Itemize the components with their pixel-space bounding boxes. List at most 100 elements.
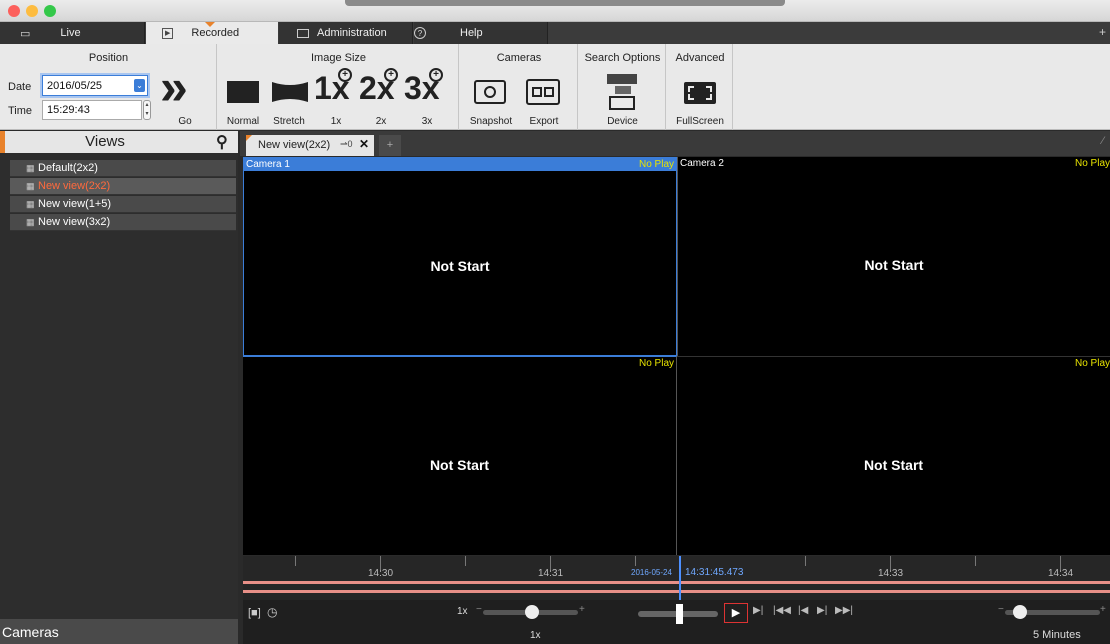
zoom-3x-label: 3x (421, 116, 433, 127)
normal-size-icon[interactable] (227, 81, 259, 103)
view-tab-label: New view(2x2) (258, 139, 331, 151)
timeline-tick-label: 14:34 (1048, 568, 1074, 579)
window-titlebar (0, 0, 1110, 22)
camera-name: Camera 2 (680, 158, 724, 169)
snapshot-label: Snapshot (469, 116, 513, 127)
cameras-panel-header[interactable]: Cameras (0, 619, 238, 644)
next-icon[interactable]: ▶| (817, 605, 827, 616)
zoom-plus-icon[interactable]: + (1100, 604, 1106, 615)
timeline-tick (635, 556, 636, 566)
cameras-footer-label: Cameras (2, 623, 59, 640)
skip-end-icon[interactable]: ▶▶| (835, 605, 853, 616)
zoom-minus-icon[interactable]: − (998, 604, 1004, 615)
timeline[interactable]: 14:30 14:31 14:33 14:34 2016-05-24 14:31… (243, 556, 1110, 600)
cell-message: Not Start (864, 257, 924, 273)
monitor-icon: ▭ (20, 27, 31, 40)
tab-help[interactable]: ? Help (414, 22, 548, 44)
video-cell-4[interactable]: No Play Not Start (677, 356, 1110, 555)
clock-icon[interactable]: ◷ (267, 605, 277, 619)
step-forward-icon[interactable]: ▶| (753, 605, 763, 616)
close-tab-icon[interactable]: ✕ (359, 137, 369, 151)
tab-help-label: Help (460, 27, 483, 39)
device-arm-icon (615, 86, 631, 94)
timeline-zoom-knob[interactable] (1013, 605, 1027, 619)
speed-minus-icon[interactable]: − (476, 604, 482, 615)
minimize-window-button[interactable] (26, 5, 38, 17)
date-field-value: 2016/05/25 (47, 79, 103, 92)
time-stepper[interactable]: ▴ ▾ (143, 100, 151, 120)
camera-icon[interactable] (474, 80, 506, 104)
tab-bar-corner-icon[interactable]: ⁄ (1102, 135, 1104, 147)
tab-recorded-label: Recorded (191, 27, 240, 39)
timeline-cursor-time: 14:31:45.473 (685, 567, 744, 578)
jog-knob[interactable] (676, 604, 683, 624)
speed-plus-icon[interactable]: + (579, 604, 585, 615)
go-arrow-icon[interactable]: » (160, 62, 208, 118)
date-label: Date (8, 81, 32, 93)
advanced-group-title: Advanced (675, 52, 725, 64)
folder-icon (297, 28, 309, 38)
playback-controls: [■] ◷ 1x − + 1x ▶ ▶| |◀◀ |◀ ▶| ▶▶| − + 5… (243, 600, 1110, 644)
close-window-button[interactable] (8, 5, 20, 17)
view-item-label: New view(1+5) (38, 198, 112, 210)
video-cell-2[interactable]: Camera 2 No Play Not Start (677, 157, 1110, 356)
timeline-tick-label: 14:33 (878, 568, 904, 579)
fullscreen-icon[interactable] (684, 82, 716, 104)
selected-cell-header (244, 158, 676, 171)
zoom-window-button[interactable] (44, 5, 56, 17)
timeline-cursor[interactable] (679, 556, 681, 600)
view-tab-counter-value: 0 (347, 139, 353, 149)
film-export-icon[interactable] (526, 79, 560, 105)
help-circle-icon: ? (414, 27, 426, 39)
skip-start-icon[interactable]: |◀◀ (773, 605, 791, 616)
view-item-3x2[interactable]: ▦ New view(3x2) (10, 214, 236, 231)
add-tab-button[interactable]: + (379, 135, 401, 156)
corner-icon[interactable]: + (1099, 25, 1106, 39)
view-item-default[interactable]: ▦ Default(2x2) (10, 160, 236, 177)
search-options-group: Search Options Device (579, 44, 666, 130)
go-label: Go (178, 116, 192, 127)
title-pill (345, 0, 785, 6)
tab-live-label: Live (60, 27, 81, 39)
view-tab[interactable]: New view(2x2) ⇀0 ✕ (246, 135, 374, 156)
zoom-2x-label: 2x (375, 116, 387, 127)
video-cell-3[interactable]: No Play Not Start (243, 356, 677, 555)
video-cell-1[interactable]: Camera 1 No Play Not Start (243, 157, 677, 356)
chevron-down-icon[interactable]: ⌄ (134, 79, 145, 92)
zoom-1x-label: 1x (330, 116, 342, 127)
time-field[interactable]: 15:29:43 (42, 100, 142, 120)
speed-slider-knob[interactable] (525, 605, 539, 619)
device-film-icon[interactable] (607, 74, 637, 84)
search-icon[interactable]: ⚲ (216, 132, 228, 152)
stretch-size-icon[interactable] (270, 80, 310, 104)
view-item-1plus5[interactable]: ▦ New view(1+5) (10, 196, 236, 213)
advanced-group: Advanced FullScreen (667, 44, 733, 130)
view-item-selected[interactable]: ▦ New view(2x2) (10, 178, 236, 195)
stretch-size-label: Stretch (273, 116, 305, 127)
search-options-group-title: Search Options (584, 52, 661, 64)
view-item-label: New view(3x2) (38, 216, 111, 228)
device-camera-icon (609, 96, 635, 110)
tab-live[interactable]: ▭ Live (0, 22, 145, 44)
date-field[interactable]: 2016/05/25 ⌄ (42, 75, 148, 96)
speed-label: 1x (457, 606, 468, 617)
zoom-in-icon: + (338, 68, 352, 82)
grid-icon: ▦ (26, 199, 35, 209)
main-tab-bar: ▭ Live ▶ Recorded Administration ? Help … (0, 22, 1110, 44)
normal-size-label: Normal (226, 116, 260, 127)
tab-administration[interactable]: Administration (279, 22, 413, 44)
play-button[interactable]: ▶ (724, 603, 748, 623)
speed-value: 1x (530, 630, 541, 641)
views-header: Views ⚲ (0, 131, 238, 153)
timeline-tick (465, 556, 466, 566)
grid-icon: ▦ (26, 163, 35, 173)
timeline-tick (975, 556, 976, 566)
recording-bar (243, 590, 1110, 593)
views-title: Views (85, 133, 125, 150)
position-group: Position Date 2016/05/25 ⌄ Time 15:29:43… (0, 44, 217, 130)
play-box-icon: ▶ (162, 27, 174, 39)
previous-icon[interactable]: |◀ (798, 605, 808, 616)
timeline-cursor-date: 2016-05-24 (631, 568, 672, 577)
snapshot-small-icon[interactable]: [■] (248, 607, 261, 619)
active-tab-marker (205, 22, 215, 27)
